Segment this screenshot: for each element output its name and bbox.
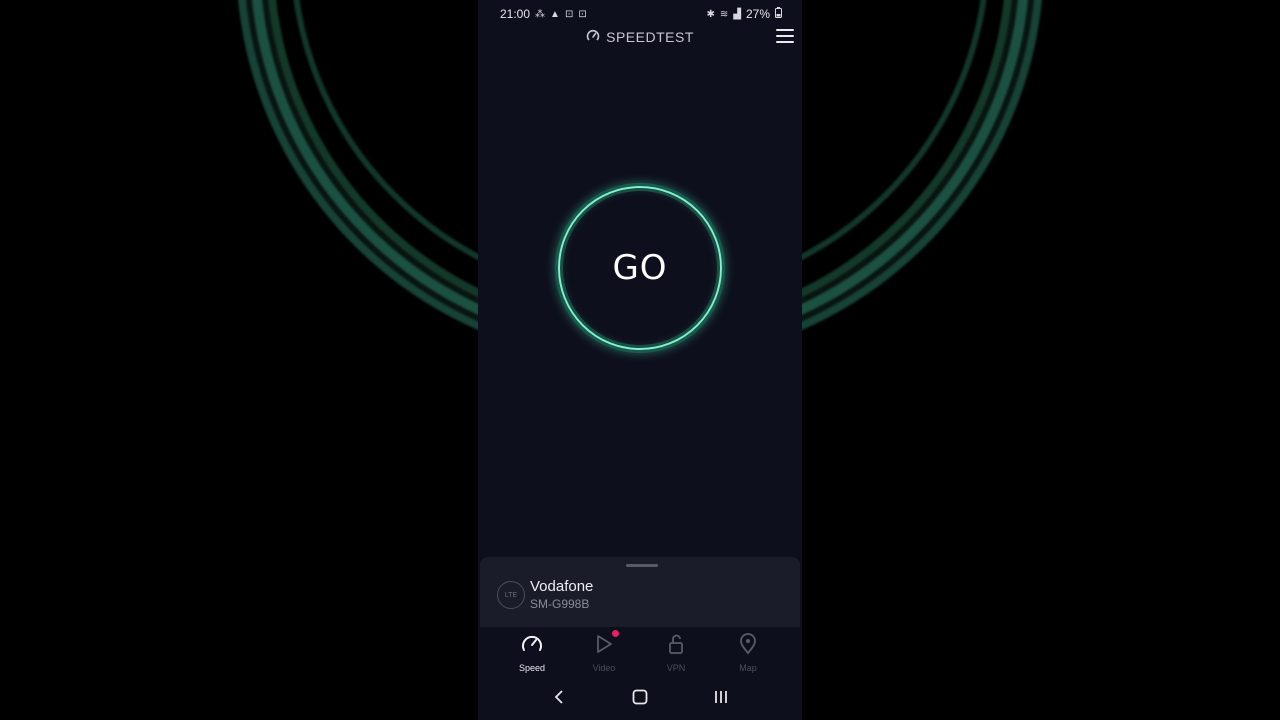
- app-title: SPEEDTEST: [606, 29, 694, 45]
- tab-map[interactable]: Map: [724, 627, 772, 677]
- app-bar: SPEEDTEST: [478, 26, 802, 48]
- bottom-tab-bar: Speed Video VPN Map: [478, 627, 802, 677]
- screenshot-icon-2: ⊡: [578, 8, 587, 20]
- sheet-handle[interactable]: [626, 564, 658, 567]
- connection-sheet[interactable]: LTE Vodafone SM-G998B: [480, 557, 800, 627]
- provider-name: Vodafone: [530, 578, 594, 595]
- notification-badge: [612, 630, 619, 637]
- bluetooth-icon: ✱: [706, 8, 715, 20]
- play-icon: [593, 633, 615, 660]
- system-nav-bar: [478, 678, 802, 720]
- device-model: SM-G998B: [530, 597, 590, 611]
- hamburger-menu-icon[interactable]: [776, 29, 794, 43]
- go-label: GO: [612, 248, 668, 288]
- tab-video[interactable]: Video: [580, 627, 628, 677]
- screenshot-icon: ⊡: [564, 8, 574, 20]
- brand: SPEEDTEST: [586, 29, 694, 46]
- warning-icon: ▲: [550, 8, 560, 20]
- tab-speed[interactable]: Speed: [508, 627, 556, 677]
- tab-vpn[interactable]: VPN: [652, 627, 700, 677]
- wifi-icon: ≋: [719, 8, 729, 20]
- back-icon[interactable]: [550, 688, 568, 711]
- map-pin-icon: [737, 633, 759, 660]
- network-type-badge: LTE: [497, 581, 525, 609]
- tab-label: Speed: [518, 663, 546, 673]
- battery-icon: [775, 7, 782, 21]
- status-bar: 21:00 ⁂ ▲ ⊡ ⊡ ✱ ≋ ▟ 27%: [478, 0, 802, 28]
- tab-label: VPN: [666, 663, 686, 673]
- signal-icon: ▟: [733, 8, 741, 20]
- home-icon[interactable]: [631, 688, 649, 711]
- go-button[interactable]: GO: [558, 186, 722, 350]
- speedtest-logo-icon: [586, 29, 600, 46]
- phone-screen: 21:00 ⁂ ▲ ⊡ ⊡ ✱ ≋ ▟ 27% SPEEDTEST GO LTE…: [478, 0, 802, 720]
- tab-label: Map: [739, 663, 757, 673]
- tab-label: Video: [592, 663, 616, 673]
- status-time: 21:00: [500, 7, 531, 21]
- lock-icon: [665, 633, 687, 660]
- share-icon: ⁂: [535, 8, 546, 20]
- recents-icon[interactable]: [712, 688, 730, 711]
- speedometer-icon: [520, 633, 544, 660]
- battery-percent: 27%: [745, 7, 770, 21]
